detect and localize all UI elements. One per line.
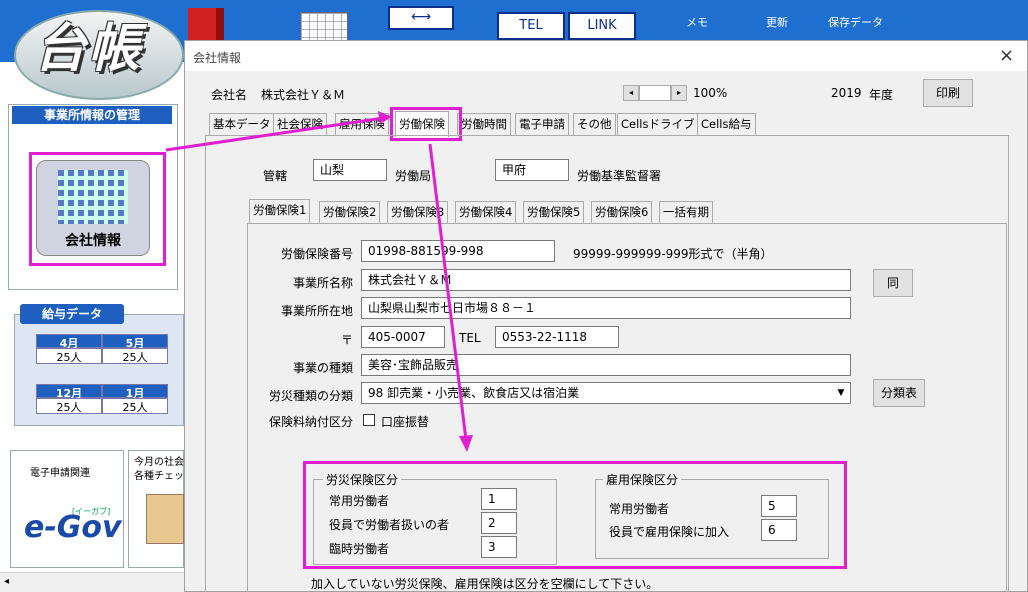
arrow-to-groups [428, 143, 468, 441]
arrow-head [459, 435, 473, 452]
arrow-to-tab [165, 116, 385, 152]
arrow-head [378, 111, 392, 124]
annotation-arrows [165, 111, 473, 452]
